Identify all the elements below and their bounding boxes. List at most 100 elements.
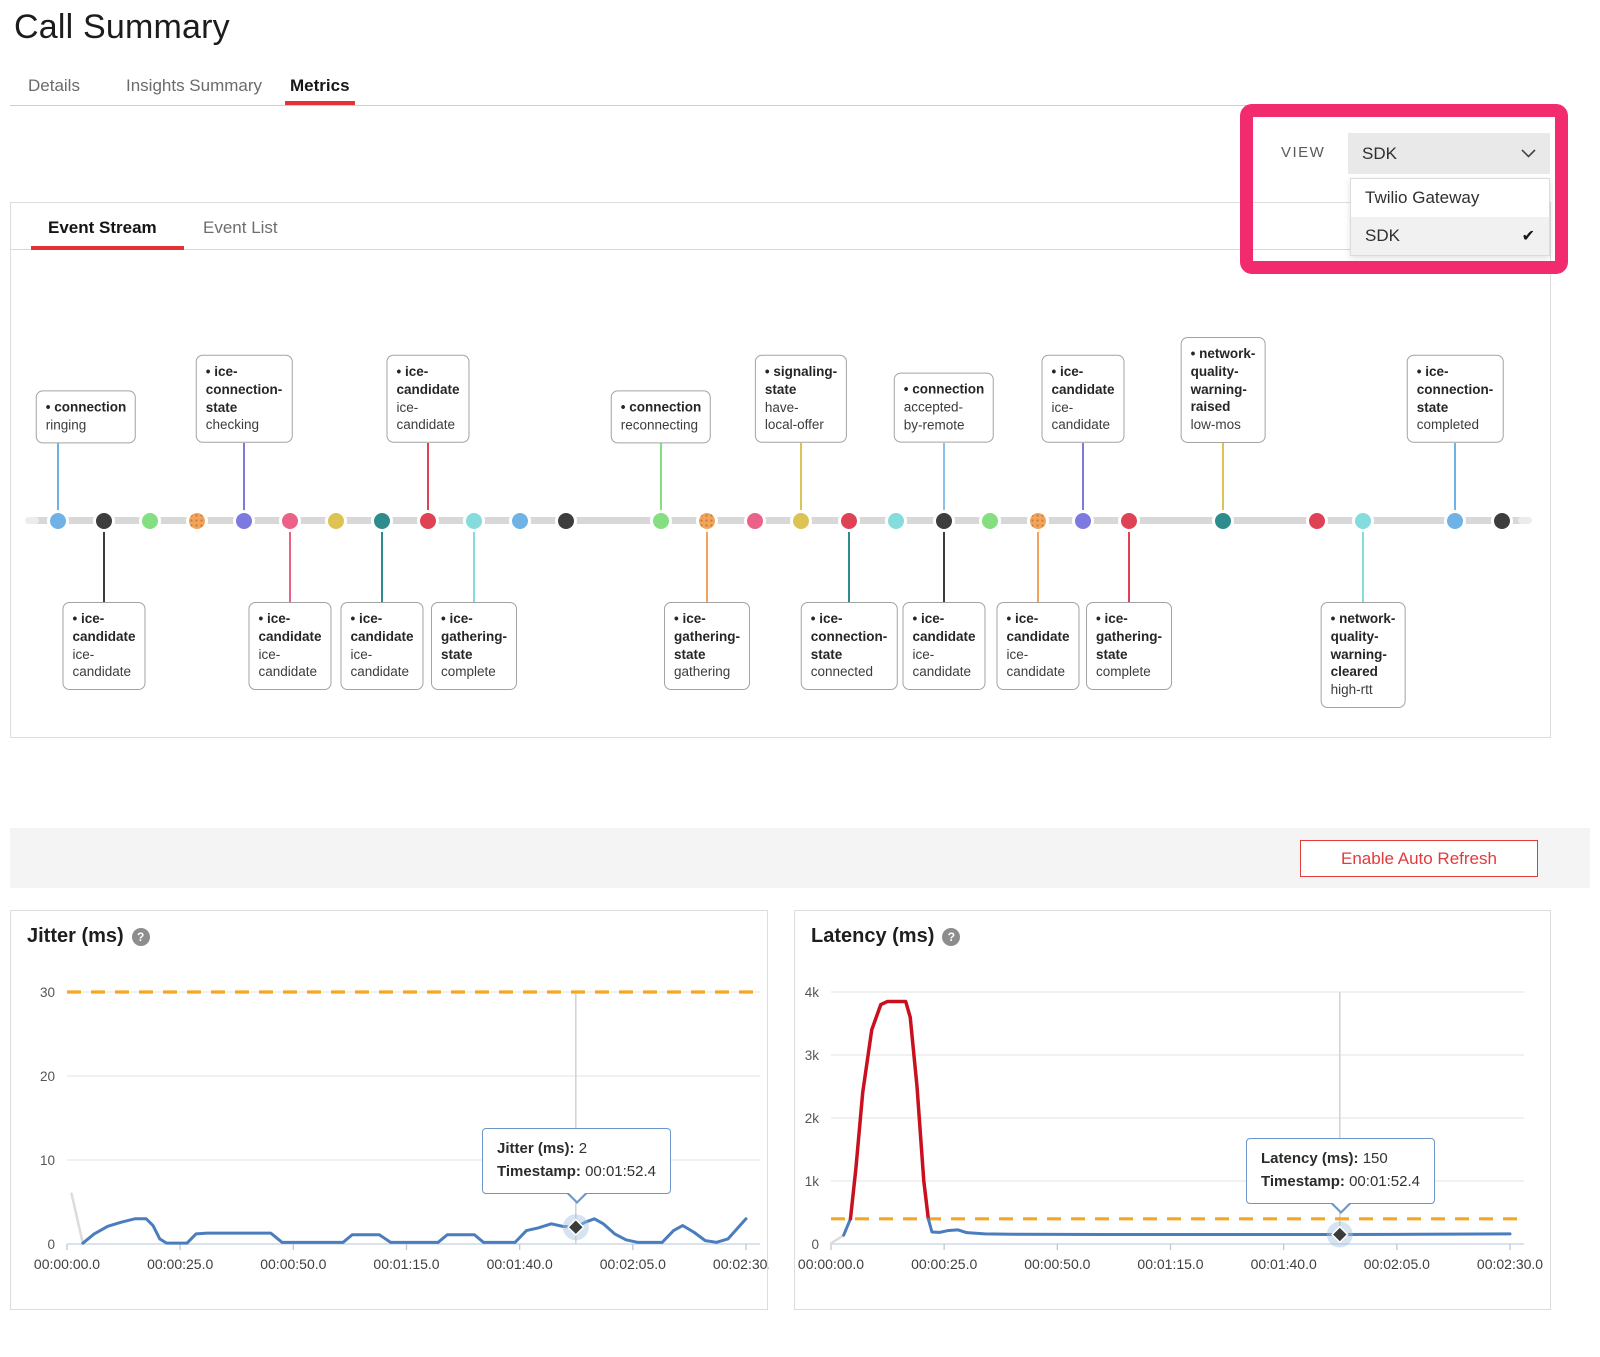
event-label: • ice-gathering-stategathering xyxy=(664,602,750,690)
timeline-dot[interactable] xyxy=(325,510,347,532)
svg-text:4k: 4k xyxy=(805,985,820,1000)
tab-details[interactable]: Details xyxy=(28,76,80,96)
svg-text:10: 10 xyxy=(40,1153,55,1168)
tab-insights-summary[interactable]: Insights Summary xyxy=(126,76,262,96)
timeline-dot[interactable] xyxy=(139,510,161,532)
svg-text:30: 30 xyxy=(40,985,55,1000)
event-label: • connectionringing xyxy=(36,390,136,443)
timeline-dot[interactable] xyxy=(417,510,439,532)
connector-line xyxy=(660,443,662,514)
timeline-dot[interactable] xyxy=(1212,510,1234,532)
svg-text:00:02:05.0: 00:02:05.0 xyxy=(600,1256,666,1272)
event-label: • ice-candidateice-candidate xyxy=(340,602,423,690)
jitter-chart-card: 010203000:00:00.000:00:25.000:00:50.000:… xyxy=(10,910,768,1310)
timeline-dot[interactable] xyxy=(233,510,255,532)
connector-line xyxy=(103,532,105,602)
view-option-twilio-gateway[interactable]: Twilio Gateway xyxy=(1351,179,1549,217)
timeline-dot[interactable] xyxy=(933,510,955,532)
event-stream-panel: Event Stream Event List • connectionring… xyxy=(10,202,1551,738)
timeline-dot[interactable] xyxy=(509,510,531,532)
timeline-dot[interactable] xyxy=(1306,510,1328,532)
timeline-dot[interactable] xyxy=(1027,510,1049,532)
connector-line xyxy=(706,532,708,602)
timeline-dot[interactable] xyxy=(650,510,672,532)
connector-line xyxy=(1037,532,1039,602)
latency-tooltip: Latency (ms): 150 Timestamp: 00:01:52.4 xyxy=(1246,1138,1435,1204)
enable-auto-refresh-button[interactable]: Enable Auto Refresh xyxy=(1300,840,1538,877)
timeline-dot[interactable] xyxy=(371,510,393,532)
timeline-dot[interactable] xyxy=(186,510,208,532)
svg-text:00:00:25.0: 00:00:25.0 xyxy=(911,1256,977,1272)
timeline-dot[interactable] xyxy=(1072,510,1094,532)
event-label: • ice-candidateice-candidate xyxy=(996,602,1079,690)
event-label: • network-quality-warning-clearedhigh-rt… xyxy=(1321,602,1406,708)
latency-chart-title: Latency (ms) ? xyxy=(811,925,960,948)
svg-text:00:00:00.0: 00:00:00.0 xyxy=(34,1256,100,1272)
event-label: • ice-candidateice-candidate xyxy=(62,602,145,690)
svg-text:0: 0 xyxy=(811,1237,819,1252)
timeline-dot[interactable] xyxy=(744,510,766,532)
timeline-dot[interactable] xyxy=(555,510,577,532)
jitter-chart-title: Jitter (ms) ? xyxy=(27,925,150,948)
auto-refresh-bar: Enable Auto Refresh xyxy=(10,828,1590,888)
svg-text:00:00:25.0: 00:00:25.0 xyxy=(147,1256,213,1272)
svg-text:2k: 2k xyxy=(805,1111,820,1126)
timeline-dot[interactable] xyxy=(1118,510,1140,532)
connector-line xyxy=(1222,443,1224,514)
view-dropdown[interactable]: SDK xyxy=(1348,133,1550,174)
timeline-dot[interactable] xyxy=(1491,510,1513,532)
connector-line xyxy=(1128,532,1130,602)
help-icon[interactable]: ? xyxy=(942,928,960,946)
svg-text:00:01:15.0: 00:01:15.0 xyxy=(1137,1256,1203,1272)
timeline-dot[interactable] xyxy=(1444,510,1466,532)
connector-line xyxy=(1454,443,1456,514)
connector-line xyxy=(243,443,245,514)
connector-line xyxy=(943,443,945,514)
event-label: • ice-connection-statecompleted xyxy=(1407,355,1504,443)
connector-line xyxy=(427,443,429,514)
timeline-dot[interactable] xyxy=(93,510,115,532)
event-label: • ice-candidateice-candidate xyxy=(248,602,331,690)
connector-line xyxy=(57,443,59,514)
svg-text:00:00:50.0: 00:00:50.0 xyxy=(1024,1256,1090,1272)
timeline-dot[interactable] xyxy=(279,510,301,532)
svg-text:3k: 3k xyxy=(805,1048,820,1063)
event-label: • connectionaccepted-by-remote xyxy=(894,373,994,443)
view-dropdown-value: SDK xyxy=(1362,144,1397,164)
view-label: VIEW xyxy=(1281,144,1325,161)
timeline-dot[interactable] xyxy=(885,510,907,532)
event-panel-tab-bar: Event Stream Event List xyxy=(11,203,1550,250)
timeline-dot[interactable] xyxy=(696,510,718,532)
timeline-dot[interactable] xyxy=(979,510,1001,532)
tab-metrics[interactable]: Metrics xyxy=(290,76,350,96)
latency-chart-card: 0 1k 2k 3k 4k 00:00:00.0 00:00:25.0 00:00:50.0 0… xyxy=(794,910,1551,1310)
help-icon[interactable]: ? xyxy=(132,928,150,946)
timeline-dot[interactable] xyxy=(838,510,860,532)
event-label: • ice-gathering-statecomplete xyxy=(431,602,517,690)
svg-text:00:00:00.0: 00:00:00.0 xyxy=(798,1256,864,1272)
timeline-dot[interactable] xyxy=(1352,510,1374,532)
event-label: • ice-candidateice-candidate xyxy=(386,355,469,443)
view-dropdown-menu: Twilio Gateway SDK ✔ xyxy=(1350,178,1550,256)
event-label: • ice-connection-statechecking xyxy=(196,355,293,443)
connector-line xyxy=(289,532,291,602)
main-tab-bar: Details Insights Summary Metrics xyxy=(10,70,1551,106)
timeline-dot[interactable] xyxy=(463,510,485,532)
view-option-sdk[interactable]: SDK ✔ xyxy=(1351,217,1549,255)
svg-text:1k: 1k xyxy=(805,1174,820,1189)
connector-line xyxy=(381,532,383,602)
timeline-dot[interactable] xyxy=(47,510,69,532)
page-title: Call Summary xyxy=(14,8,230,47)
svg-text:00:02:30.0: 00:02:30.0 xyxy=(1477,1256,1543,1272)
tab-event-list[interactable]: Event List xyxy=(203,218,278,238)
tab-event-stream[interactable]: Event Stream xyxy=(48,218,157,238)
chevron-down-icon xyxy=(1521,145,1536,163)
timeline-dot[interactable] xyxy=(790,510,812,532)
event-label: • ice-connection-stateconnected xyxy=(801,602,898,690)
event-label: • connectionreconnecting xyxy=(611,390,711,443)
svg-text:00:01:15.0: 00:01:15.0 xyxy=(373,1256,439,1272)
connector-line xyxy=(943,532,945,602)
svg-text:00:01:40.0: 00:01:40.0 xyxy=(1251,1256,1317,1272)
jitter-tooltip: Jitter (ms): 2 Timestamp: 00:01:52.4 xyxy=(482,1128,671,1194)
event-label: • signaling-statehave-local-offer xyxy=(755,355,847,443)
